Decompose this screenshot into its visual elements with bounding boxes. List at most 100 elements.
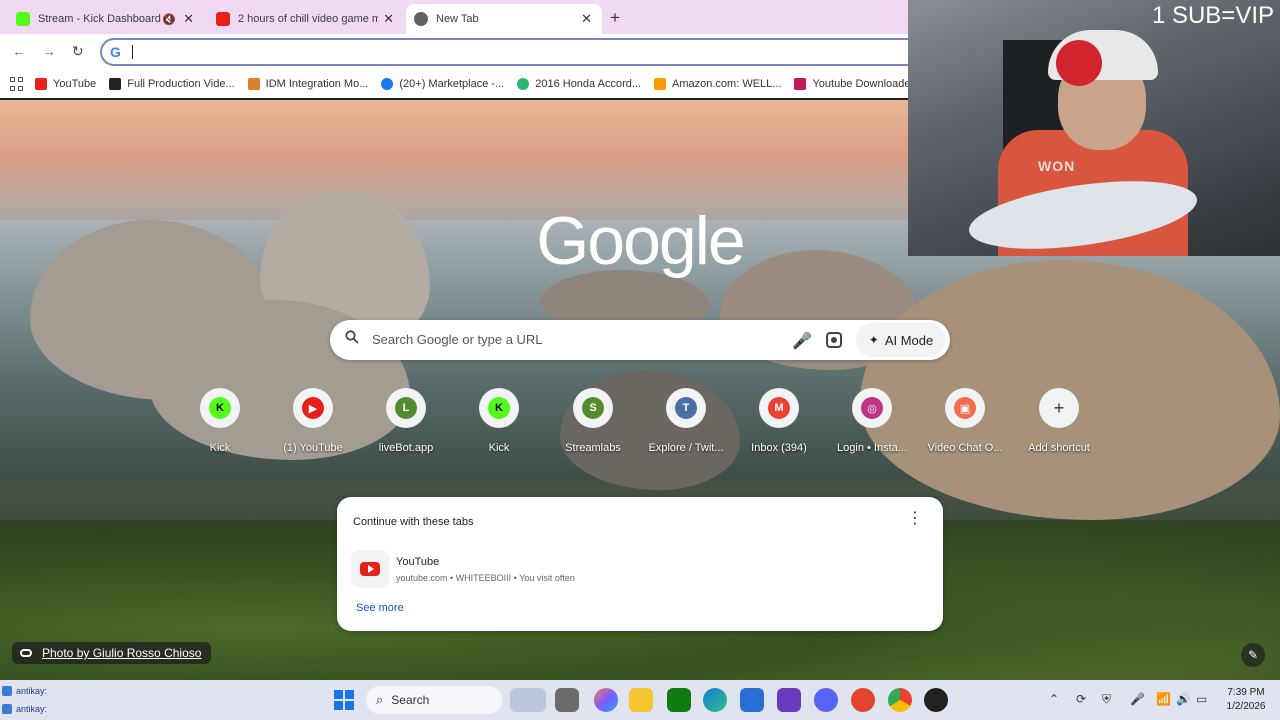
search-icon xyxy=(345,330,359,344)
copilot-icon[interactable] xyxy=(594,688,618,712)
shortcut-tile[interactable]: S Streamlabs xyxy=(550,388,636,454)
taskbar-chat-item[interactable]: antikay: xyxy=(2,684,92,698)
tab-title: Stream - Kick Dashboard xyxy=(38,13,161,25)
microphone-icon[interactable]: 🎤 xyxy=(792,331,812,351)
clock-date: 1/2/2026 xyxy=(1226,701,1266,712)
bookmark-youtube-downloader[interactable]: Youtube Downloade... xyxy=(794,78,920,90)
chat-item-label: antikay: xyxy=(16,686,48,696)
windows-start-icon[interactable] xyxy=(334,690,354,710)
reload-icon[interactable]: ↻ xyxy=(72,43,84,60)
shortcut-label: Streamlabs xyxy=(565,442,621,454)
forward-icon[interactable]: → xyxy=(42,43,56,59)
battery-icon[interactable]: ▭ xyxy=(1196,692,1207,706)
bookmark-honda[interactable]: 2016 Honda Accord... xyxy=(517,78,641,90)
ai-mode-label: AI Mode xyxy=(884,332,934,348)
chat-avatar-icon xyxy=(2,686,12,696)
xbox-icon[interactable] xyxy=(667,688,691,712)
shortcut-label: Add shortcut xyxy=(1028,442,1090,454)
microphone-icon[interactable]: 🎤 xyxy=(1130,692,1145,706)
more-vert-icon[interactable]: ⋮ xyxy=(907,511,923,527)
shortcut-favicon-icon: + xyxy=(1048,397,1070,419)
google-g-icon: G xyxy=(110,44,121,60)
security-icon[interactable]: ⛨ xyxy=(1102,692,1111,707)
tab-youtube-music[interactable]: 2 hours of chill video game mu ✕ xyxy=(208,4,404,34)
chevron-up-icon[interactable]: ⌃ xyxy=(1049,692,1059,706)
youtube-icon xyxy=(35,78,47,90)
file-explorer-icon[interactable] xyxy=(629,688,653,712)
close-icon[interactable]: ✕ xyxy=(383,11,394,27)
close-icon[interactable]: ✕ xyxy=(581,11,592,27)
amazon-icon xyxy=(654,78,667,90)
bookmark-full-production[interactable]: Full Production Vide... xyxy=(109,78,235,90)
volume-icon[interactable]: 🔊 xyxy=(1176,692,1191,706)
bookmark-idm[interactable]: IDM Integration Mo... xyxy=(247,78,369,90)
shortcut-tile[interactable]: ▶ (1) YouTube xyxy=(270,388,356,454)
shortcut-tile[interactable]: K Kick xyxy=(177,388,263,454)
see-more-link[interactable]: See more xyxy=(356,602,404,614)
shortcut-icon-circle: K xyxy=(479,388,519,428)
chat-avatar-icon xyxy=(2,704,12,714)
bookmark-amazon[interactable]: Amazon.com: WELL... xyxy=(654,78,781,90)
shortcut-label: Kick xyxy=(488,442,510,454)
bookmark-label: (20+) Marketplace -... xyxy=(399,78,505,90)
discord-icon[interactable] xyxy=(814,688,838,712)
search-icon: ⌕ xyxy=(376,692,384,707)
search-box[interactable]: Search Google or type a URL 🎤 ✦ AI Mode xyxy=(330,320,950,360)
system-clock[interactable]: 7:39 PM 1/2/2026 xyxy=(1216,686,1276,714)
store-icon[interactable] xyxy=(740,688,764,712)
apps-grid-icon[interactable] xyxy=(10,77,23,91)
text-caret xyxy=(132,45,133,59)
shortcut-tile[interactable]: M Inbox (394) xyxy=(736,388,822,454)
shortcut-tile[interactable]: ▣ Video Chat O... xyxy=(922,388,1008,454)
taskbar-search[interactable]: ⌕ Search xyxy=(366,686,502,714)
youtube-icon xyxy=(216,12,230,26)
shortcut-label: Inbox (394) xyxy=(751,442,807,454)
continue-tab-item[interactable]: YouTube youtube.com • WHITEEBOIII • You … xyxy=(351,549,931,589)
address-bar[interactable]: G xyxy=(100,38,920,66)
bookmark-marketplace[interactable]: (20+) Marketplace -... xyxy=(381,78,504,90)
google-lens-icon[interactable] xyxy=(826,332,842,348)
chrome-icon[interactable] xyxy=(888,688,912,712)
shortcut-favicon-icon: L xyxy=(395,397,417,419)
shortcut-tile[interactable]: K Kick xyxy=(456,388,542,454)
downloader-icon xyxy=(794,78,807,90)
close-icon[interactable]: ✕ xyxy=(183,11,194,27)
back-icon[interactable]: ← xyxy=(12,43,26,59)
photo-credit[interactable]: Photo by Giulio Rosso Chioso xyxy=(12,642,212,664)
shortcut-icon-circle: ◎ xyxy=(852,388,892,428)
tab-kick-dashboard[interactable]: Stream - Kick Dashboard 🔇 ✕ xyxy=(8,4,204,34)
new-tab-button[interactable]: + xyxy=(610,8,620,28)
kick-icon xyxy=(16,12,30,26)
facebook-icon xyxy=(381,78,394,90)
shortcut-label: Login • Insta... xyxy=(837,442,907,454)
cycle-icon xyxy=(517,78,530,90)
bookmark-youtube[interactable]: YouTube xyxy=(35,78,96,90)
taskbar-chat-item[interactable]: antikay: xyxy=(2,702,92,716)
task-view-icon[interactable] xyxy=(555,688,579,712)
ai-mode-button[interactable]: ✦ AI Mode xyxy=(856,323,946,357)
widgets-icon[interactable] xyxy=(510,688,546,712)
taskbar-search-label: Search xyxy=(391,693,430,707)
muted-speaker-icon[interactable]: 🔇 xyxy=(162,13,176,26)
shortcut-tile[interactable]: + Add shortcut xyxy=(1016,388,1102,454)
shortcut-tile[interactable]: LliveBot.app xyxy=(363,388,449,454)
obs-icon[interactable] xyxy=(924,688,948,712)
sync-icon[interactable]: ⟳ xyxy=(1076,692,1086,706)
continue-tabs-card: Continue with these tabs ⋮ YouTube youtu… xyxy=(337,497,943,631)
bookmark-label: Amazon.com: WELL... xyxy=(672,78,782,90)
shortcut-label: Kick xyxy=(209,442,231,454)
wifi-icon[interactable]: 📶 xyxy=(1156,692,1171,706)
youtube-icon xyxy=(351,550,389,588)
customize-pencil-icon[interactable]: ✎ xyxy=(1241,643,1265,667)
shortcut-label: Video Chat O... xyxy=(927,442,1003,454)
shortcut-favicon-icon: ◎ xyxy=(861,397,883,419)
media-app-icon[interactable] xyxy=(777,688,801,712)
edge-icon[interactable] xyxy=(703,688,727,712)
bookmark-label: IDM Integration Mo... xyxy=(265,78,369,90)
bookmark-label: Youtube Downloade... xyxy=(812,78,920,90)
shortcut-tile[interactable]: ◎ Login • Insta... xyxy=(829,388,915,454)
shortcut-tile[interactable]: T Explore / Twit... xyxy=(643,388,729,454)
tab-new-tab[interactable]: New Tab ✕ xyxy=(406,4,602,34)
continue-item-subtitle: youtube.com • WHITEEBOIII • You visit of… xyxy=(396,573,575,583)
ea-icon[interactable] xyxy=(851,688,875,712)
